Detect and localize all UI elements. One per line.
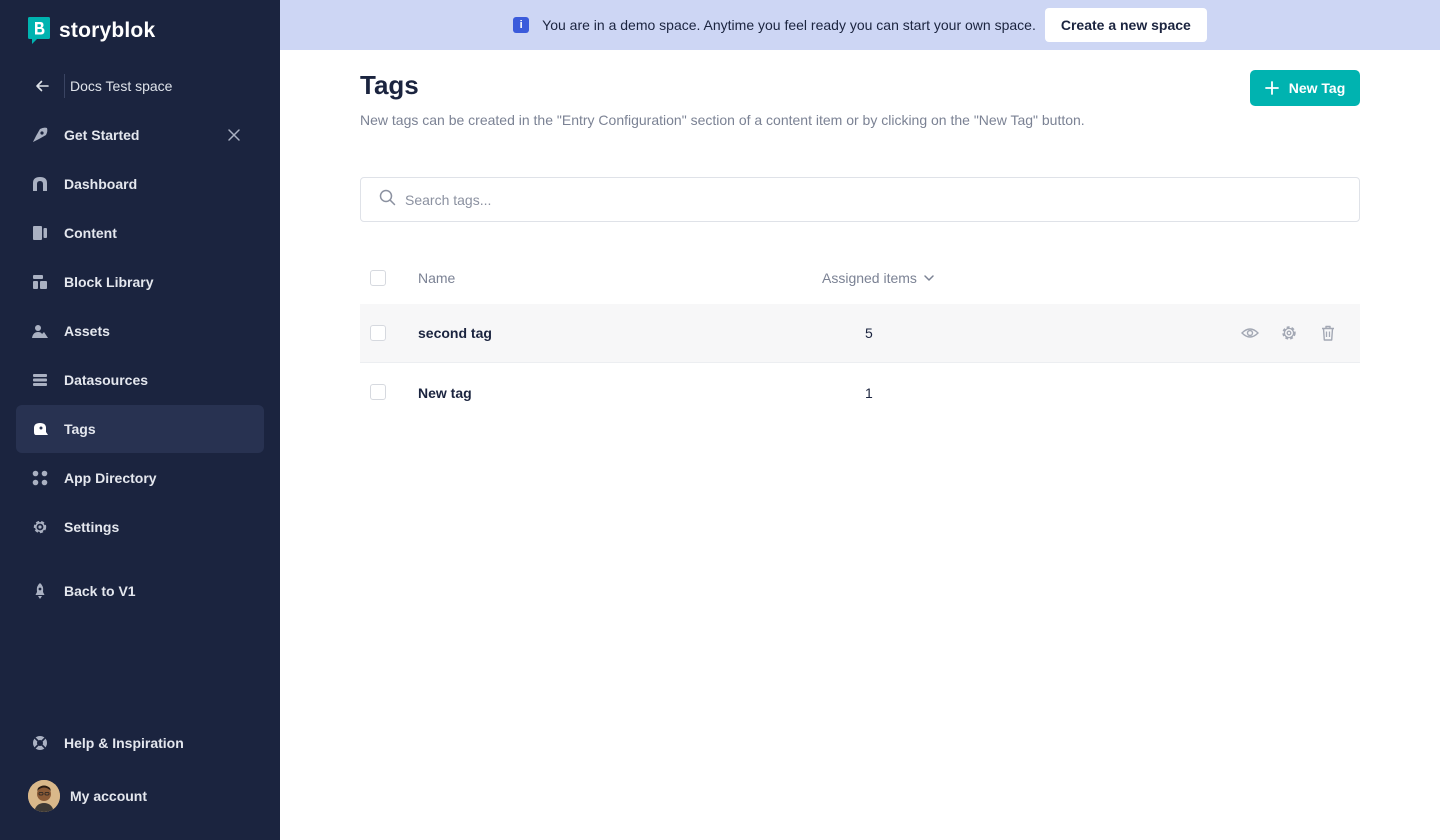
column-header-assigned-items[interactable]: Assigned items bbox=[822, 270, 935, 286]
space-selector: Docs Test space bbox=[28, 73, 172, 99]
storyblok-logo-icon bbox=[28, 17, 50, 44]
search-input[interactable] bbox=[405, 191, 1305, 208]
sidebar-item-content[interactable]: Content bbox=[16, 209, 264, 257]
sidebar-item-label: Content bbox=[64, 225, 117, 241]
sidebar: storyblok Docs Test space Get Started Da… bbox=[0, 0, 280, 840]
block-library-icon bbox=[30, 272, 50, 292]
banner-text: You are in a demo space. Anytime you fee… bbox=[542, 17, 1036, 33]
create-new-space-button[interactable]: Create a new space bbox=[1044, 8, 1207, 42]
sidebar-item-label: Tags bbox=[64, 421, 96, 437]
eye-icon[interactable] bbox=[1240, 323, 1260, 343]
sidebar-item-label: Get Started bbox=[64, 127, 140, 143]
account-menu[interactable]: My account bbox=[28, 780, 147, 812]
page-subtitle: New tags can be created in the "Entry Co… bbox=[360, 112, 1085, 128]
sidebar-item-app-directory[interactable]: App Directory bbox=[16, 454, 264, 502]
close-icon[interactable] bbox=[224, 125, 244, 145]
sidebar-item-label: Back to V1 bbox=[64, 583, 136, 599]
sidebar-item-label: Datasources bbox=[64, 372, 149, 388]
new-tag-button-label: New Tag bbox=[1288, 80, 1346, 96]
sidebar-item-help[interactable]: Help & Inspiration bbox=[16, 719, 264, 767]
sidebar-item-label: Settings bbox=[64, 519, 120, 535]
row-actions bbox=[1221, 323, 1338, 343]
datasources-icon bbox=[30, 370, 50, 390]
sidebar-item-label: App Directory bbox=[64, 470, 157, 486]
sidebar-item-assets[interactable]: Assets bbox=[16, 307, 264, 355]
avatar bbox=[28, 780, 60, 812]
assets-icon bbox=[30, 321, 50, 341]
sidebar-item-datasources[interactable]: Datasources bbox=[16, 356, 264, 404]
column-header-label: Assigned items bbox=[822, 270, 917, 286]
brand-name: storyblok bbox=[59, 18, 156, 42]
chevron-down-icon bbox=[923, 272, 935, 284]
sidebar-item-dashboard[interactable]: Dashboard bbox=[16, 160, 264, 208]
tag-name: second tag bbox=[418, 325, 492, 341]
back-v1-icon bbox=[30, 581, 50, 601]
content-icon bbox=[30, 223, 50, 243]
sidebar-item-block-library[interactable]: Block Library bbox=[16, 258, 264, 306]
new-tag-button[interactable]: New Tag bbox=[1250, 70, 1360, 106]
search-icon bbox=[379, 189, 396, 211]
row-checkbox[interactable] bbox=[370, 325, 386, 341]
row-checkbox[interactable] bbox=[370, 384, 386, 400]
back-arrow-icon[interactable] bbox=[28, 73, 56, 99]
sidebar-item-settings[interactable]: Settings bbox=[16, 503, 264, 551]
info-icon: i bbox=[513, 17, 530, 33]
page-title: Tags bbox=[360, 70, 419, 100]
sidebar-item-get-started[interactable]: Get Started bbox=[16, 111, 264, 159]
trash-icon[interactable] bbox=[1318, 323, 1338, 343]
sidebar-item-label: Assets bbox=[64, 323, 110, 339]
assigned-count: 5 bbox=[865, 325, 873, 341]
rocket-icon bbox=[30, 125, 50, 145]
app-directory-icon bbox=[30, 468, 50, 488]
column-header-name[interactable]: Name bbox=[418, 270, 455, 286]
sidebar-item-label: Help & Inspiration bbox=[64, 735, 184, 751]
gear-icon[interactable] bbox=[1279, 323, 1299, 343]
sidebar-item-tags[interactable]: Tags bbox=[16, 405, 264, 453]
table-row[interactable]: second tag 5 bbox=[360, 304, 1360, 363]
assigned-count: 1 bbox=[865, 384, 873, 401]
select-all-checkbox[interactable] bbox=[370, 270, 386, 286]
dashboard-icon bbox=[30, 174, 50, 194]
storyblok-logo[interactable]: storyblok bbox=[28, 17, 155, 44]
account-label: My account bbox=[70, 788, 148, 804]
plus-icon bbox=[1264, 81, 1279, 95]
sidebar-item-label: Dashboard bbox=[64, 176, 138, 192]
tag-name: New tag bbox=[418, 384, 472, 401]
sidebar-item-back-to-v1[interactable]: Back to V1 bbox=[16, 567, 264, 615]
tags-table: Name Assigned items second tag 5 New tag… bbox=[360, 254, 1360, 401]
sidebar-item-label: Block Library bbox=[64, 274, 154, 290]
space-divider bbox=[64, 74, 65, 98]
tag-icon bbox=[30, 419, 50, 439]
table-row[interactable]: New tag 1 bbox=[360, 363, 1360, 422]
lifebuoy-icon bbox=[30, 733, 50, 753]
gear-icon bbox=[30, 517, 50, 537]
demo-space-banner: i You are in a demo space. Anytime you f… bbox=[280, 0, 1440, 50]
space-name: Docs Test space bbox=[70, 78, 173, 94]
table-header: Name Assigned items bbox=[360, 254, 1360, 302]
search-box bbox=[360, 177, 1360, 222]
